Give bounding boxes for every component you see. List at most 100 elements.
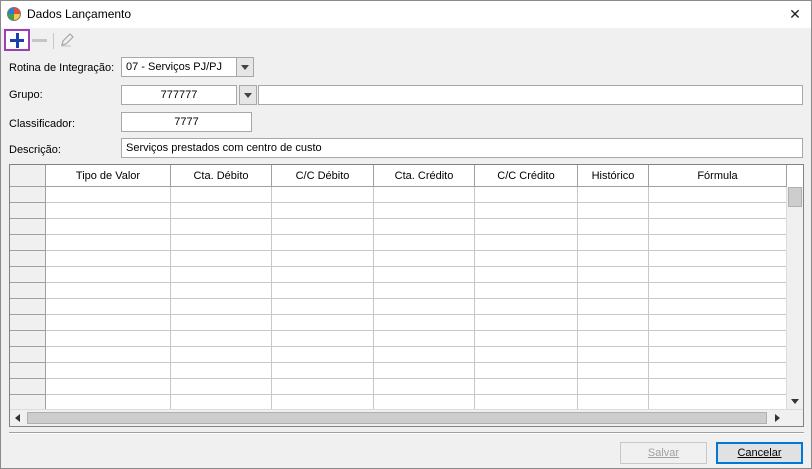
grid-cell[interactable] xyxy=(374,347,475,363)
grid-cell[interactable] xyxy=(649,251,787,267)
column-header-tipo-valor[interactable]: Tipo de Valor xyxy=(46,165,171,187)
grid-cell[interactable] xyxy=(46,235,171,251)
grid-cell[interactable] xyxy=(272,251,374,267)
grid-cell[interactable] xyxy=(272,347,374,363)
grid-cell[interactable] xyxy=(374,251,475,267)
rotina-select[interactable]: 07 - Serviços PJ/PJ xyxy=(121,57,237,77)
grid-cell[interactable] xyxy=(272,235,374,251)
descricao-input[interactable]: Serviços prestados com centro de custo xyxy=(121,138,803,158)
horizontal-scrollbar[interactable] xyxy=(10,409,803,426)
grid-cell[interactable] xyxy=(46,315,171,331)
grid-cell[interactable] xyxy=(649,187,787,203)
grid-cell[interactable] xyxy=(374,235,475,251)
grid-cell[interactable] xyxy=(578,219,649,235)
grid-cell[interactable] xyxy=(475,283,578,299)
grid-cell[interactable] xyxy=(272,283,374,299)
grid-cell[interactable] xyxy=(374,267,475,283)
grid-cell[interactable] xyxy=(46,219,171,235)
grid-cell[interactable] xyxy=(475,235,578,251)
grid-cell[interactable] xyxy=(475,315,578,331)
classificador-input[interactable]: 7777 xyxy=(121,112,252,132)
grid-cell[interactable] xyxy=(578,251,649,267)
grid-cell[interactable] xyxy=(475,363,578,379)
row-indicator[interactable] xyxy=(10,283,46,299)
horizontal-scroll-thumb[interactable] xyxy=(27,412,767,424)
grid-cell[interactable] xyxy=(475,203,578,219)
grid-cell[interactable] xyxy=(46,187,171,203)
grid-cell[interactable] xyxy=(578,235,649,251)
lancamento-grid[interactable]: Tipo de Valor Cta. Débito C/C Débito Cta… xyxy=(9,164,804,427)
grid-cell[interactable] xyxy=(272,331,374,347)
remove-icon[interactable] xyxy=(32,39,47,42)
grid-cell[interactable] xyxy=(649,315,787,331)
grid-cell[interactable] xyxy=(578,283,649,299)
row-indicator[interactable] xyxy=(10,267,46,283)
cancel-button[interactable]: Cancelar xyxy=(716,442,803,464)
edit-pencil-icon[interactable] xyxy=(59,32,75,48)
row-indicator[interactable] xyxy=(10,331,46,347)
grid-cell[interactable] xyxy=(272,299,374,315)
grid-cell[interactable] xyxy=(649,203,787,219)
grid-cell[interactable] xyxy=(171,219,272,235)
scroll-left-icon[interactable] xyxy=(10,410,26,426)
grid-cell[interactable] xyxy=(475,331,578,347)
grid-cell[interactable] xyxy=(475,347,578,363)
grupo-description-field[interactable] xyxy=(258,85,803,105)
grid-cell[interactable] xyxy=(578,267,649,283)
column-header-cc-debito[interactable]: C/C Débito xyxy=(272,165,374,187)
column-header-formula[interactable]: Fórmula xyxy=(649,165,787,187)
grid-cell[interactable] xyxy=(171,203,272,219)
grid-cell[interactable] xyxy=(649,299,787,315)
grid-cell[interactable] xyxy=(649,331,787,347)
grid-cell[interactable] xyxy=(171,267,272,283)
grid-cell[interactable] xyxy=(272,379,374,395)
grid-cell[interactable] xyxy=(272,315,374,331)
grid-cell[interactable] xyxy=(46,379,171,395)
grid-cell[interactable] xyxy=(171,299,272,315)
column-header-cta-credito[interactable]: Cta. Crédito xyxy=(374,165,475,187)
grid-cell[interactable] xyxy=(578,363,649,379)
grid-cell[interactable] xyxy=(171,347,272,363)
grid-cell[interactable] xyxy=(475,219,578,235)
grid-cell[interactable] xyxy=(46,251,171,267)
grid-cell[interactable] xyxy=(171,315,272,331)
grid-cell[interactable] xyxy=(374,283,475,299)
grid-cell[interactable] xyxy=(374,363,475,379)
grid-cell[interactable] xyxy=(578,379,649,395)
grid-cell[interactable] xyxy=(46,267,171,283)
grupo-dropdown-icon[interactable] xyxy=(239,85,257,105)
row-indicator[interactable] xyxy=(10,299,46,315)
grid-cell[interactable] xyxy=(374,299,475,315)
rotina-dropdown-icon[interactable] xyxy=(236,57,254,77)
grid-cell[interactable] xyxy=(578,347,649,363)
grupo-input[interactable]: 777777 xyxy=(121,85,237,105)
grid-cell[interactable] xyxy=(578,203,649,219)
scroll-down-icon[interactable] xyxy=(787,394,803,410)
grid-cell[interactable] xyxy=(374,315,475,331)
column-header-historico[interactable]: Histórico xyxy=(578,165,649,187)
grid-cell[interactable] xyxy=(649,267,787,283)
row-indicator[interactable] xyxy=(10,379,46,395)
grid-cell[interactable] xyxy=(46,363,171,379)
close-button[interactable]: ✕ xyxy=(783,3,807,25)
row-indicator[interactable] xyxy=(10,251,46,267)
grid-cell[interactable] xyxy=(649,347,787,363)
grid-cell[interactable] xyxy=(46,283,171,299)
grid-cell[interactable] xyxy=(374,203,475,219)
row-indicator[interactable] xyxy=(10,219,46,235)
grid-cell[interactable] xyxy=(46,347,171,363)
add-icon[interactable] xyxy=(4,29,30,51)
grid-cell[interactable] xyxy=(272,363,374,379)
row-indicator[interactable] xyxy=(10,363,46,379)
grid-cell[interactable] xyxy=(649,283,787,299)
grid-cell[interactable] xyxy=(171,251,272,267)
row-indicator[interactable] xyxy=(10,235,46,251)
grid-cell[interactable] xyxy=(475,299,578,315)
grid-cell[interactable] xyxy=(46,203,171,219)
grid-cell[interactable] xyxy=(272,267,374,283)
grid-cell[interactable] xyxy=(46,299,171,315)
grid-cell[interactable] xyxy=(171,283,272,299)
grid-cell[interactable] xyxy=(171,235,272,251)
grid-cell[interactable] xyxy=(475,187,578,203)
grid-cell[interactable] xyxy=(578,315,649,331)
